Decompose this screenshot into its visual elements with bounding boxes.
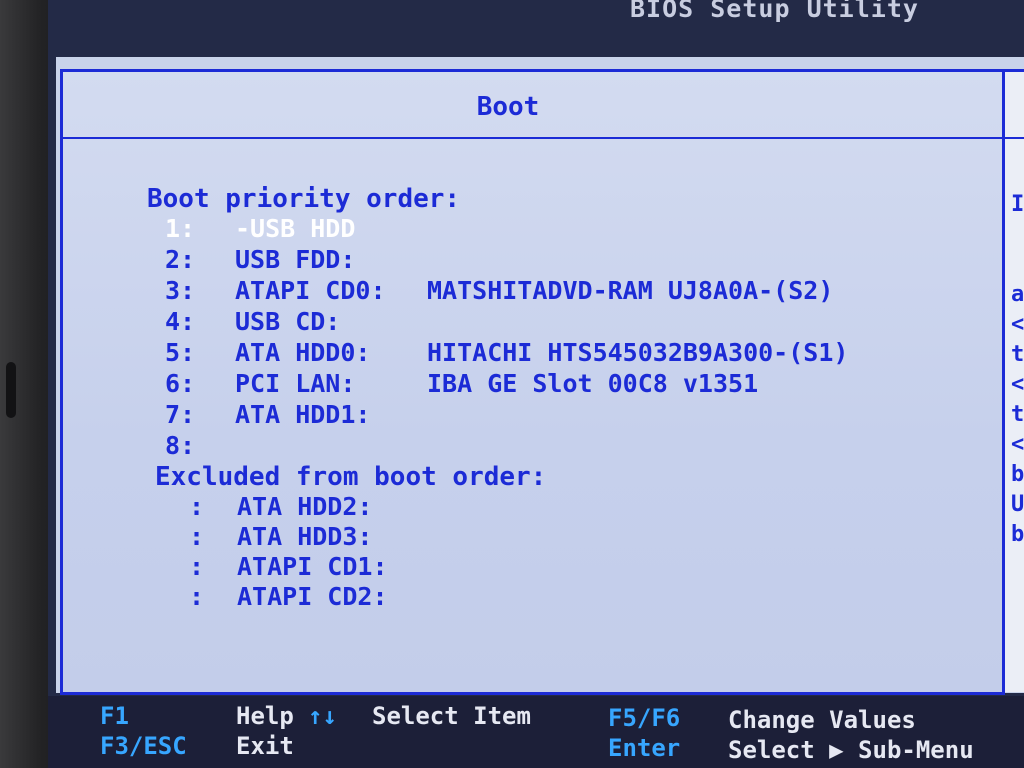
- device-name: USB FDD:: [235, 245, 356, 274]
- title-divider: [63, 137, 1005, 139]
- priority-number: 2:: [165, 245, 196, 274]
- help-pane-divider: [1005, 137, 1024, 139]
- device-detail: HITACHI HTS545032B9A300-(S1): [427, 338, 849, 367]
- arrows-label: Select Item: [372, 702, 531, 730]
- excluded-heading: Excluded from boot order:: [155, 462, 547, 492]
- enter-key: Enter: [608, 734, 681, 762]
- f1-label: Help: [236, 702, 294, 730]
- help-pane-line: a: [1011, 282, 1024, 307]
- help-pane-line: [1011, 250, 1024, 280]
- f5f6-key: F5/F6: [608, 704, 681, 732]
- arrows-key: ↑↓: [308, 702, 337, 730]
- f1-key: F1: [100, 702, 129, 730]
- excluded-marker: :: [189, 582, 205, 611]
- device-name: ATAPI CD0:: [235, 276, 386, 305]
- help-pane-line: t: [1011, 342, 1024, 367]
- boot-priority-heading: Boot priority order:: [147, 184, 461, 214]
- bios-screen: BIOS Setup Utility Boot Boot priority or…: [48, 0, 1024, 768]
- excluded-marker: :: [189, 552, 205, 581]
- help-pane-line: b: [1011, 462, 1024, 487]
- f5f6-label: Change Values: [728, 706, 916, 734]
- key-legend-bar: F1 Help ↑↓ Select Item F5/F6 Change Valu…: [48, 696, 1024, 768]
- device-name: PCI LAN:: [235, 369, 356, 398]
- device-name: USB CD:: [235, 307, 341, 336]
- priority-number: 1:: [165, 214, 196, 243]
- excluded-marker: :: [189, 522, 205, 551]
- help-pane-line: <: [1011, 372, 1024, 397]
- boot-main-box: Boot Boot priority order: 1: -USB HDD 2: US…: [60, 69, 1005, 695]
- device-name: ATA HDD1:: [235, 400, 371, 429]
- help-pane-line: b: [1011, 522, 1024, 547]
- help-pane-text: Ia < t < t < b Ub: [1011, 190, 1024, 550]
- boot-panel: Boot Boot priority order: 1: -USB HDD 2: US…: [56, 57, 1024, 695]
- excluded-marker: :: [189, 492, 205, 521]
- priority-number: 6:: [165, 369, 196, 398]
- device-name: ATAPI CD2:: [237, 582, 388, 611]
- f3-esc-label: Exit: [236, 732, 294, 760]
- help-pane-line: I: [1011, 192, 1024, 217]
- device-name: ATA HDD0:: [235, 338, 371, 367]
- f3-esc-key: F3/ESC: [100, 732, 187, 760]
- device-name: -USB HDD: [235, 214, 356, 243]
- priority-number: 5:: [165, 338, 196, 367]
- panel-title: Boot: [476, 92, 540, 122]
- device-name: ATAPI CD1:: [237, 552, 388, 581]
- help-pane: Ia < t < t < b Ub: [1002, 69, 1024, 692]
- device-name: ATA HDD2:: [237, 492, 373, 521]
- help-pane-line: <: [1011, 432, 1024, 457]
- priority-number: 3:: [165, 276, 196, 305]
- help-pane-line: <: [1011, 312, 1024, 337]
- priority-number: 8:: [165, 431, 196, 460]
- priority-number: 4:: [165, 307, 196, 336]
- help-pane-line: t: [1011, 402, 1024, 427]
- priority-number: 7:: [165, 400, 196, 429]
- bios-title: BIOS Setup Utility: [630, 0, 919, 23]
- help-pane-line: U: [1011, 492, 1024, 517]
- help-pane-line: [1011, 220, 1024, 250]
- device-detail: IBA GE Slot 00C8 v1351: [427, 369, 759, 398]
- bezel-sensor: [6, 362, 16, 418]
- enter-label: Select ▶ Sub-Menu: [728, 736, 974, 764]
- device-detail: MATSHITADVD-RAM UJ8A0A-(S2): [427, 276, 834, 305]
- device-name: ATA HDD3:: [237, 522, 373, 551]
